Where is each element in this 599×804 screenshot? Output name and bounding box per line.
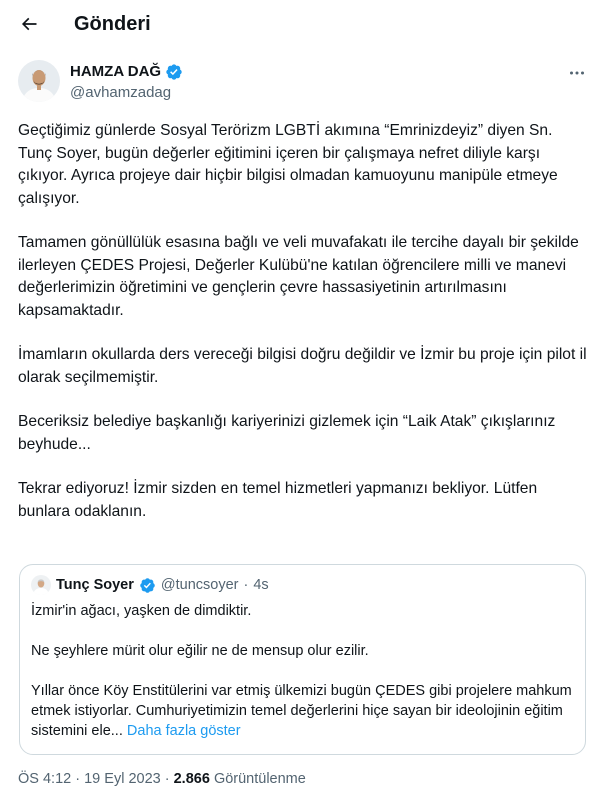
author-name: HAMZA DAĞ [70,63,162,80]
quoted-tweet-header: Tunç Soyer @tuncsoyer · 4s [31,575,269,595]
quoted-author-name[interactable]: Tunç Soyer [56,575,134,595]
quoted-tweet-text: İzmir'in ağacı, yaşken de dimdiktir. Ne … [31,601,576,741]
author-avatar[interactable] [18,60,60,102]
tweet-author: HAMZA DAĞ @avhamzadag [18,60,588,110]
tweet-paragraph: Geçtiğimiz günlerde Sosyal Terörizm LGBT… [18,122,558,207]
quoted-timestamp[interactable]: 4s [253,575,268,595]
more-dots-icon [570,71,584,75]
tweet-meta: ÖS 4:12 · 19 Eyl 2023 · 2.866 Görüntülen… [18,769,306,789]
tweet-paragraph: Tamamen gönüllülük esasına bağlı ve veli… [18,234,579,319]
quoted-paragraph: Yıllar önce Köy Enstitülerini var etmiş … [31,681,576,741]
quoted-author-handle[interactable]: @tuncsoyer [161,575,239,595]
quoted-paragraph: İzmir'in ağacı, yaşken de dimdiktir. [31,603,252,619]
tweet-paragraph: İmamların okullarda ders vereceği bilgis… [18,346,587,386]
author-handle[interactable]: @avhamzadag [70,83,171,103]
views-count: 2.866 [173,771,210,787]
page-title: Gönderi [74,13,151,35]
tweet-time[interactable]: ÖS 4:12 [18,771,71,787]
back-button[interactable] [17,12,41,36]
show-more-link[interactable]: Daha fazla göster [127,723,241,739]
back-arrow-icon [21,17,37,31]
tweet-paragraph: Tekrar ediyoruz! İzmir sizden en temel h… [18,480,538,520]
quoted-tweet[interactable]: Tunç Soyer @tuncsoyer · 4s İzmir'in ağac… [19,564,586,755]
quoted-paragraph: Ne şeyhlere mürit olur eğilir ne de mens… [31,643,369,659]
tweet-date[interactable]: 19 Eyl 2023 [84,771,161,787]
tweet-text: Geçtiğimiz günlerde Sosyal Terörizm LGBT… [18,120,588,545]
separator-dot: · [164,771,170,787]
tweet-paragraph: Beceriksiz belediye başkanlığı kariyerin… [18,413,556,453]
separator-dot: · [75,771,81,787]
verified-badge-icon [166,64,182,80]
quoted-paragraph-text: Yıllar önce Köy Enstitülerini var etmiş … [31,683,572,739]
quoted-author-avatar[interactable] [31,575,51,595]
verified-badge-icon [140,577,155,593]
author-name-row[interactable]: HAMZA DAĞ [70,62,183,82]
top-bar: Gönderi [0,0,599,50]
more-options-button[interactable] [566,62,588,84]
views-label: Görüntülenme [213,771,306,787]
separator-dot: · [243,577,249,593]
